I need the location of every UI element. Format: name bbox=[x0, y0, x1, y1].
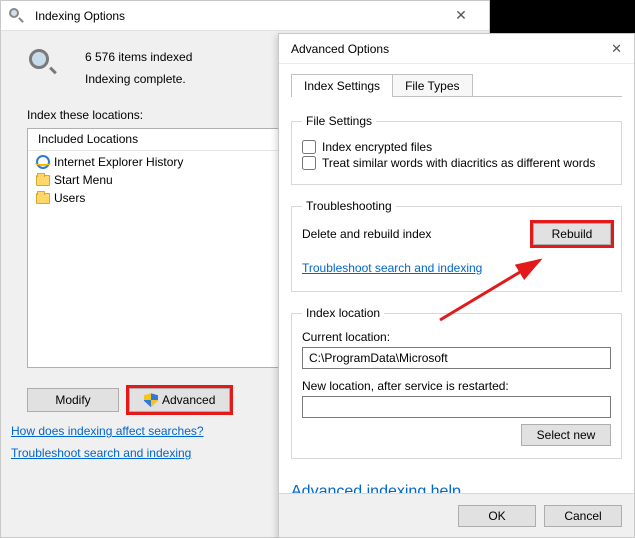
modify-button[interactable]: Modify bbox=[27, 388, 119, 412]
advanced-button[interactable]: Advanced bbox=[129, 388, 230, 412]
file-settings-group: File Settings Index encrypted files Trea… bbox=[291, 114, 622, 185]
link-affect-searches[interactable]: How does indexing affect searches? bbox=[11, 424, 204, 438]
troubleshooting-legend: Troubleshooting bbox=[302, 199, 396, 213]
link-troubleshoot-search[interactable]: Troubleshoot search and indexing bbox=[302, 261, 482, 275]
current-location-label: Current location: bbox=[302, 330, 611, 344]
advanced-titlebar: Advanced Options ✕ bbox=[279, 34, 634, 64]
chk-diacritics-box[interactable] bbox=[302, 156, 316, 170]
rebuild-button[interactable]: Rebuild bbox=[533, 223, 611, 245]
current-location-field bbox=[302, 347, 611, 369]
select-new-button[interactable]: Select new bbox=[521, 424, 611, 446]
rebuild-msg: Delete and rebuild index bbox=[302, 227, 431, 241]
magnifier-icon bbox=[27, 47, 71, 87]
cancel-button[interactable]: Cancel bbox=[544, 505, 622, 527]
shield-icon bbox=[144, 393, 158, 407]
chk-encrypted[interactable]: Index encrypted files bbox=[302, 140, 611, 154]
indexing-icon bbox=[9, 8, 29, 24]
troubleshooting-group: Troubleshooting Delete and rebuild index… bbox=[291, 199, 622, 292]
col-included[interactable]: Included Locations bbox=[28, 129, 298, 150]
list-item-label: Start Menu bbox=[54, 173, 113, 187]
indexing-titlebar: Indexing Options ✕ bbox=[1, 1, 489, 31]
list-item-label: Users bbox=[54, 191, 85, 205]
new-location-field[interactable] bbox=[302, 396, 611, 418]
folder-icon bbox=[36, 175, 50, 186]
index-count: 6 576 items indexed bbox=[85, 47, 192, 69]
indexing-title: Indexing Options bbox=[35, 9, 125, 23]
tab-file-types[interactable]: File Types bbox=[392, 74, 472, 97]
folder-icon bbox=[36, 193, 50, 204]
link-troubleshoot[interactable]: Troubleshoot search and indexing bbox=[11, 446, 191, 460]
index-status: Indexing complete. bbox=[85, 69, 192, 91]
new-location-label: New location, after service is restarted… bbox=[302, 379, 611, 393]
chk-diacritics[interactable]: Treat similar words with diacritics as d… bbox=[302, 156, 611, 170]
index-location-group: Index location Current location: New loc… bbox=[291, 306, 622, 459]
ok-button[interactable]: OK bbox=[458, 505, 536, 527]
advanced-title: Advanced Options bbox=[291, 42, 389, 56]
advanced-options-window: Advanced Options ✕ Index Settings File T… bbox=[278, 33, 635, 538]
tab-index-settings[interactable]: Index Settings bbox=[291, 74, 393, 97]
close-icon[interactable]: ✕ bbox=[441, 7, 481, 24]
chk-encrypted-box[interactable] bbox=[302, 140, 316, 154]
file-settings-legend: File Settings bbox=[302, 114, 376, 128]
index-location-legend: Index location bbox=[302, 306, 384, 320]
ie-icon bbox=[36, 155, 50, 169]
close-icon[interactable]: ✕ bbox=[592, 41, 622, 57]
black-strip bbox=[490, 0, 635, 33]
list-item-label: Internet Explorer History bbox=[54, 155, 183, 169]
